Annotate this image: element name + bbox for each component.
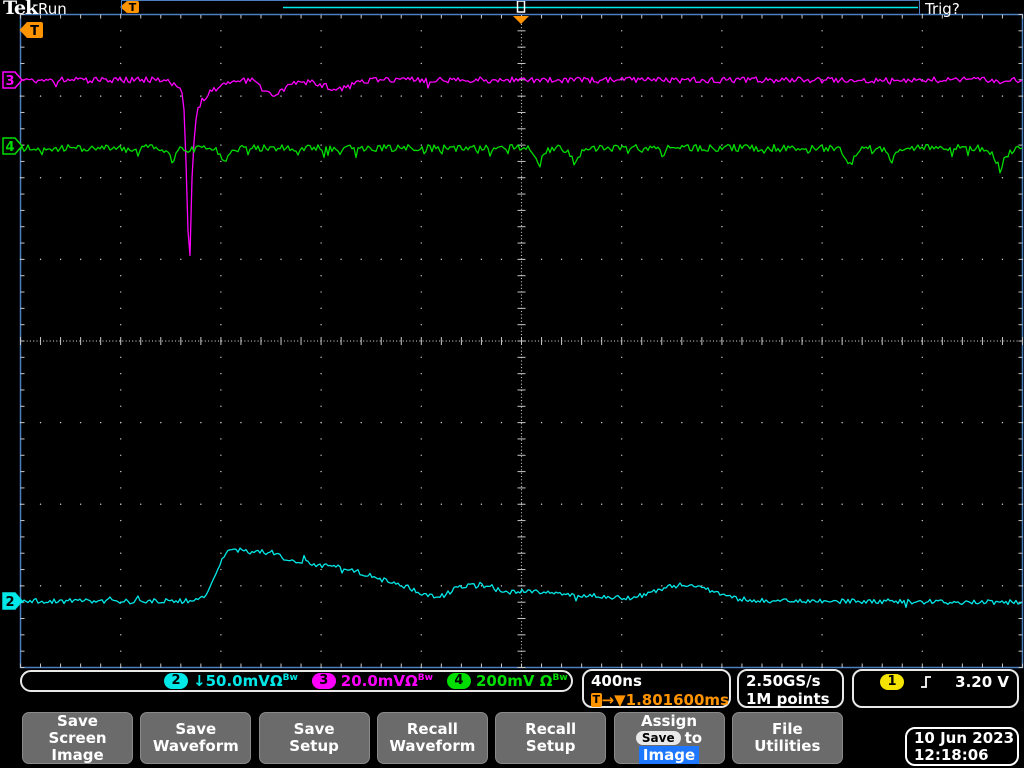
button-label: Setup <box>525 737 576 755</box>
channel-2-readout: 2 ↓50.0mVΩBw <box>164 672 298 690</box>
button-label: Setup <box>289 737 339 755</box>
trigger-source-badge: 1 <box>880 673 904 690</box>
channel-2-marker: 2 <box>2 592 23 610</box>
recall-setup-button[interactable]: Recall Setup <box>495 712 607 764</box>
svg-text:3: 3 <box>5 74 14 89</box>
button-label: Save <box>175 720 217 738</box>
channel-2-scale: ↓50.0mVΩBw <box>193 672 298 690</box>
save-screen-image-button[interactable]: Save Screen Image <box>22 712 133 764</box>
tek-logo: Tek <box>3 0 38 19</box>
oscilloscope-screen: TT342 Tek Run Trig? 2 ↓50.0mVΩBw 3 20.0mVΩB… <box>0 0 1024 768</box>
recall-waveform-button[interactable]: Recall Waveform <box>376 712 488 764</box>
channel-3-readout: 3 20.0mVΩBw <box>311 672 433 690</box>
channel-4-readout: 4 200mV ΩBw <box>446 672 568 690</box>
svg-text:4: 4 <box>5 140 14 155</box>
file-utilities-button[interactable]: File Utilities <box>731 712 843 764</box>
button-label: to <box>684 728 703 747</box>
acquisition-readout-box: 2.50GS/s 1M points <box>737 669 844 708</box>
button-label: Waveform <box>389 737 476 755</box>
arrow-icon: → <box>601 691 615 709</box>
timebase-readout-box: 400ns T → ▼ 1.801600ms <box>582 669 731 709</box>
trigger-position-marker <box>513 16 529 24</box>
channel-3-scale: 20.0mVΩBw <box>340 672 433 690</box>
channel-2-badge: 2 <box>164 673 188 689</box>
sample-rate: 2.50GS/s <box>746 672 821 690</box>
button-label: Recall <box>525 720 577 738</box>
rising-edge-icon <box>921 675 931 688</box>
scope-display: TT342 <box>2 0 1024 669</box>
trigger-level-t-marker: T <box>19 22 43 39</box>
timebase-scale: 400ns <box>591 672 642 690</box>
record-length: 1M points <box>746 690 830 708</box>
trigger-level: 3.20 V <box>955 672 1009 691</box>
button-label: Utilities <box>754 737 821 755</box>
bandwidth-limit-indicator: Bw <box>552 673 568 683</box>
svg-text:2: 2 <box>5 595 14 610</box>
channel-4-scale: 200mV ΩBw <box>475 672 568 690</box>
assign-save-row: Save to <box>635 728 703 747</box>
channel-3-marker: 3 <box>2 71 23 89</box>
horizontal-delay-readout: T → ▼ 1.801600ms <box>591 691 729 709</box>
date-label: 10 Jun 2023 <box>914 729 1015 747</box>
button-label: Recall <box>406 720 458 738</box>
button-label: Save <box>293 720 335 738</box>
trigger-readout-box: 1 3.20 V <box>852 669 1019 708</box>
channel-4-marker: 4 <box>2 137 23 155</box>
button-label: Assign <box>640 711 698 730</box>
assign-save-to-image-button[interactable]: Assign Save to Image <box>613 711 725 764</box>
button-label: Save <box>57 711 98 730</box>
channel-4-badge: 4 <box>446 673 471 689</box>
save-setup-button[interactable]: Save Setup <box>258 712 370 764</box>
bandwidth-limit-indicator: Bw <box>417 673 433 683</box>
delay-value: 1.801600ms <box>625 691 729 709</box>
button-label: Waveform <box>152 737 239 755</box>
time-label: 12:18:06 <box>914 746 989 764</box>
save-waveform-button[interactable]: Save Waveform <box>140 712 252 764</box>
datetime-box: 10 Jun 2023 12:18:06 <box>905 727 1019 766</box>
button-label: File <box>771 720 803 738</box>
save-key-icon: Save <box>635 731 681 745</box>
bandwidth-limit-indicator: Bw <box>282 673 298 683</box>
trigger-t-icon: T <box>591 693 602 707</box>
svg-text:T: T <box>30 24 39 39</box>
acquisition-window-bar <box>121 0 920 15</box>
channel-3-badge: 3 <box>311 673 336 689</box>
channel-4-waveform <box>20 143 1023 174</box>
marker-icon: ▼ <box>614 691 626 709</box>
button-label: Screen Image <box>48 728 107 764</box>
trigger-status: Trig? <box>925 0 960 18</box>
assign-target-highlight: Image <box>638 745 700 764</box>
channel-readouts-box: 2 ↓50.0mVΩBw 3 20.0mVΩBw 4 200mV ΩBw <box>20 670 573 692</box>
acquisition-status: Run <box>38 0 67 18</box>
